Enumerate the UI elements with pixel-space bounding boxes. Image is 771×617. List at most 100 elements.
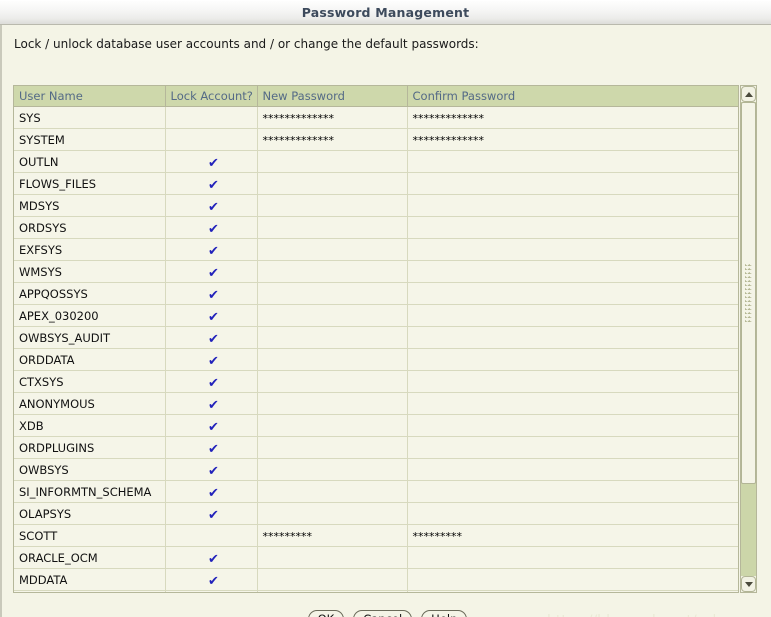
cell-lock-account[interactable]: ✔	[165, 458, 258, 481]
ok-button[interactable]: OK	[307, 610, 345, 617]
cell-new-password[interactable]	[257, 480, 408, 503]
cell-user-name[interactable]: EXFSYS	[14, 238, 166, 261]
table-row[interactable]: SYSTEM ************* *************	[14, 128, 738, 151]
cell-confirm-password[interactable]	[407, 568, 738, 591]
cell-lock-account[interactable]: ✔	[165, 392, 258, 415]
cell-confirm-password[interactable]: *************	[407, 106, 738, 129]
table-row[interactable]: OWBSYS ✔	[14, 458, 738, 481]
cell-user-name[interactable]: SCOTT	[14, 524, 166, 547]
cell-confirm-password[interactable]: *************	[407, 128, 738, 151]
table-row[interactable]: ORDDATA ✔	[14, 348, 738, 371]
cell-user-name[interactable]: MDDATA	[14, 568, 166, 591]
cell-new-password[interactable]	[257, 546, 408, 569]
cell-new-password[interactable]	[257, 414, 408, 437]
cell-user-name[interactable]: OWBSYS_AUDIT	[14, 326, 166, 349]
cell-user-name[interactable]: CTXSYS	[14, 370, 166, 393]
cell-user-name[interactable]: OUTLN	[14, 150, 166, 173]
table-row[interactable]: ORDSYS ✔	[14, 216, 738, 239]
cell-lock-account[interactable]	[165, 106, 258, 129]
cell-confirm-password[interactable]	[407, 392, 738, 415]
cell-new-password[interactable]	[257, 304, 408, 327]
cell-lock-account[interactable]: ✔	[165, 194, 258, 217]
cell-new-password[interactable]	[257, 348, 408, 371]
cell-user-name[interactable]: ANONYMOUS	[14, 392, 166, 415]
cell-lock-account[interactable]: ✔	[165, 282, 258, 305]
scroll-down-arrow-icon[interactable]	[741, 576, 756, 592]
cell-new-password[interactable]	[257, 370, 408, 393]
scrollbar-track[interactable]	[741, 102, 756, 576]
column-header-new-password[interactable]: New Password	[257, 86, 408, 107]
cell-confirm-password[interactable]	[407, 304, 738, 327]
help-button[interactable]: Help	[421, 610, 468, 617]
cell-new-password[interactable]	[257, 502, 408, 525]
cell-lock-account[interactable]: ✔	[165, 348, 258, 371]
table-row[interactable]: APPQOSSYS ✔	[14, 282, 738, 305]
table-row[interactable]: ANONYMOUS ✔	[14, 392, 738, 415]
cell-confirm-password[interactable]	[407, 590, 738, 592]
cell-lock-account[interactable]: ✔	[165, 216, 258, 239]
column-header-confirm-password[interactable]: Confirm Password	[407, 86, 738, 107]
column-header-user-name[interactable]: User Name	[14, 86, 166, 107]
cell-new-password[interactable]	[257, 392, 408, 415]
cell-user-name[interactable]: ORDSYS	[14, 216, 166, 239]
cell-lock-account[interactable]: ✔	[165, 546, 258, 569]
cell-lock-account[interactable]: ✔	[165, 260, 258, 283]
cell-new-password[interactable]	[257, 172, 408, 195]
table-row[interactable]: EXFSYS ✔	[14, 238, 738, 261]
cell-user-name[interactable]: ORDDATA	[14, 348, 166, 371]
cell-confirm-password[interactable]	[407, 436, 738, 459]
cell-confirm-password[interactable]	[407, 502, 738, 525]
cell-user-name[interactable]: SYS	[14, 106, 166, 129]
cell-new-password[interactable]	[257, 216, 408, 239]
cell-user-name[interactable]: APPQOSSYS	[14, 282, 166, 305]
scroll-up-arrow-icon[interactable]	[741, 86, 756, 102]
table-row[interactable]: OWBSYS_AUDIT ✔	[14, 326, 738, 349]
table-row[interactable]: XDB ✔	[14, 414, 738, 437]
cell-new-password[interactable]: *************	[257, 106, 408, 129]
cell-user-name[interactable]: ORDPLUGINS	[14, 436, 166, 459]
cell-lock-account[interactable]: ✔	[165, 436, 258, 459]
table-row[interactable]: SCOTT ********* *********	[14, 524, 738, 547]
cell-lock-account[interactable]: ✔	[165, 238, 258, 261]
cell-user-name[interactable]: XDB	[14, 414, 166, 437]
cell-lock-account[interactable]: ✔	[165, 414, 258, 437]
table-row[interactable]	[14, 590, 738, 592]
cell-lock-account[interactable]	[165, 524, 258, 547]
cell-lock-account[interactable]: ✔	[165, 502, 258, 525]
table-row[interactable]: FLOWS_FILES ✔	[14, 172, 738, 195]
cell-confirm-password[interactable]	[407, 216, 738, 239]
cell-new-password[interactable]	[257, 590, 408, 592]
table-row[interactable]: OLAPSYS ✔	[14, 502, 738, 525]
cell-confirm-password[interactable]	[407, 480, 738, 503]
cell-user-name[interactable]: OWBSYS	[14, 458, 166, 481]
cell-lock-account[interactable]: ✔	[165, 304, 258, 327]
cell-user-name[interactable]: WMSYS	[14, 260, 166, 283]
cell-lock-account[interactable]: ✔	[165, 150, 258, 173]
table-row[interactable]: ORACLE_OCM ✔	[14, 546, 738, 569]
cell-confirm-password[interactable]	[407, 414, 738, 437]
cell-user-name[interactable]: SYSTEM	[14, 128, 166, 151]
cell-new-password[interactable]	[257, 194, 408, 217]
scrollbar-thumb[interactable]	[741, 102, 756, 484]
table-row[interactable]: MDDATA ✔	[14, 568, 738, 591]
cell-user-name[interactable]: APEX_030200	[14, 304, 166, 327]
cell-new-password[interactable]	[257, 458, 408, 481]
cell-confirm-password[interactable]	[407, 238, 738, 261]
table-row[interactable]: WMSYS ✔	[14, 260, 738, 283]
table-row[interactable]: APEX_030200 ✔	[14, 304, 738, 327]
cell-confirm-password[interactable]: *********	[407, 524, 738, 547]
table-row[interactable]: CTXSYS ✔	[14, 370, 738, 393]
cell-new-password[interactable]: *************	[257, 128, 408, 151]
cell-user-name[interactable]: OLAPSYS	[14, 502, 166, 525]
table-row[interactable]: SYS ************* *************	[14, 106, 738, 129]
cell-user-name[interactable]	[14, 590, 166, 592]
cell-new-password[interactable]	[257, 282, 408, 305]
cell-new-password[interactable]	[257, 238, 408, 261]
cell-lock-account[interactable]	[165, 590, 258, 592]
cell-user-name[interactable]: SI_INFORMTN_SCHEMA	[14, 480, 166, 503]
cell-new-password[interactable]	[257, 568, 408, 591]
cell-new-password[interactable]: *********	[257, 524, 408, 547]
cell-confirm-password[interactable]	[407, 546, 738, 569]
cancel-button[interactable]: Cancel	[353, 610, 413, 617]
cell-confirm-password[interactable]	[407, 348, 738, 371]
